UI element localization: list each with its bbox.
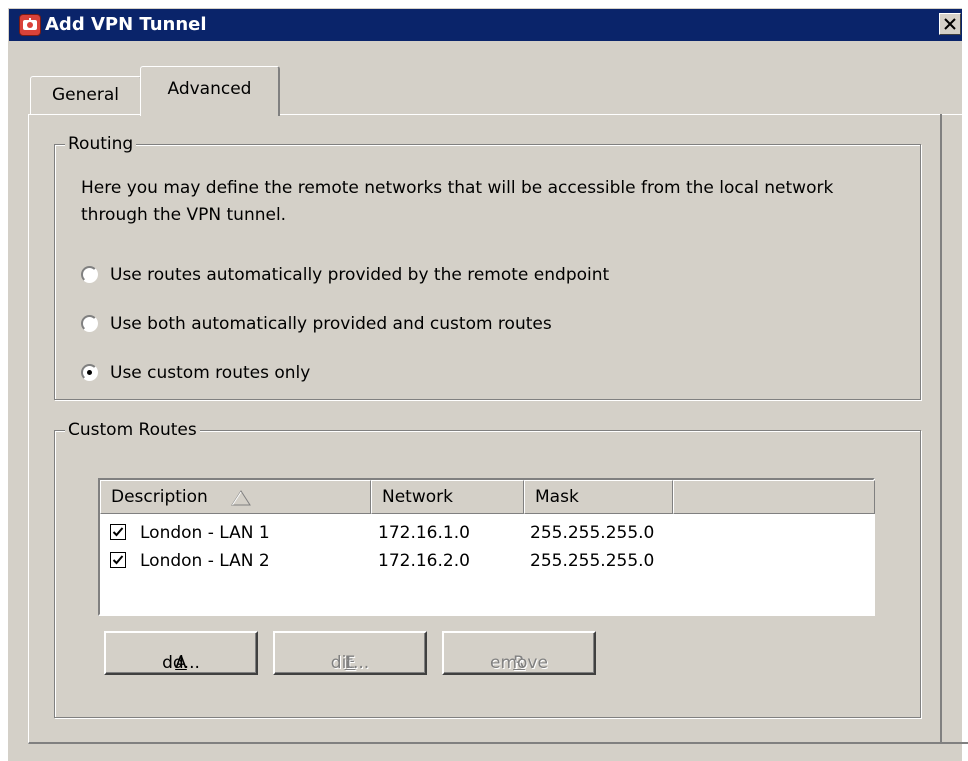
close-button[interactable]: [939, 13, 961, 35]
panel-edge: [940, 114, 942, 744]
column-header-description[interactable]: Description: [100, 480, 371, 514]
vpn-app-icon: [19, 14, 41, 36]
edit-button[interactable]: Edit...: [273, 631, 427, 675]
radio-label: Use both automatically provided and cust…: [110, 314, 552, 334]
column-label: Description: [111, 487, 208, 507]
routing-group: Routing Here you may define the remote n…: [54, 134, 921, 400]
radio-button[interactable]: [81, 266, 98, 283]
tab-advanced[interactable]: Advanced: [140, 66, 280, 116]
routing-legend: Routing: [65, 134, 137, 154]
custom-routes-group: Custom Routes Description Network Mask L…: [54, 420, 921, 718]
column-header-blank[interactable]: [673, 480, 875, 514]
routing-description: Here you may define the remote networks …: [81, 178, 834, 225]
close-icon: [944, 18, 956, 30]
cell-description: London - LAN 2: [140, 551, 270, 571]
checkmark-icon: [112, 527, 124, 537]
table-row[interactable]: London - LAN 2 172.16.2.0 255.255.255.0: [100, 548, 875, 576]
row-checkbox[interactable]: [110, 524, 126, 540]
tab-general[interactable]: General: [30, 76, 142, 114]
radio-label: Use routes automatically provided by the…: [110, 265, 610, 285]
column-label: Network: [382, 487, 453, 507]
radio-button[interactable]: [81, 315, 98, 332]
sort-ascending-icon: [231, 490, 251, 506]
radio-button[interactable]: [81, 364, 98, 381]
cell-network: 172.16.1.0: [378, 523, 470, 543]
radio-label: Use custom routes only: [110, 363, 311, 383]
cell-description: London - LAN 1: [140, 523, 270, 543]
tab-general-label: General: [52, 85, 119, 105]
row-checkbox[interactable]: [110, 552, 126, 568]
routes-list[interactable]: Description Network Mask London - LAN 1: [98, 478, 875, 616]
column-header-mask[interactable]: Mask: [524, 480, 673, 514]
radio-selected-dot: [87, 370, 92, 375]
custom-routes-legend: Custom Routes: [65, 420, 200, 440]
remove-button[interactable]: Remove: [442, 631, 596, 675]
tab-advanced-label: Advanced: [167, 79, 252, 99]
table-row[interactable]: London - LAN 1 172.16.1.0 255.255.255.0: [100, 520, 875, 548]
add-button[interactable]: Add...: [104, 631, 258, 675]
list-header: Description Network Mask: [100, 480, 875, 514]
title-bar[interactable]: Add VPN Tunnel: [9, 9, 962, 41]
column-label: Mask: [535, 487, 579, 507]
cell-mask: 255.255.255.0: [530, 523, 655, 543]
column-header-network[interactable]: Network: [371, 480, 524, 514]
cell-mask: 255.255.255.0: [530, 551, 655, 571]
checkmark-icon: [112, 555, 124, 565]
cell-network: 172.16.2.0: [378, 551, 470, 571]
window-title: Add VPN Tunnel: [45, 14, 207, 35]
